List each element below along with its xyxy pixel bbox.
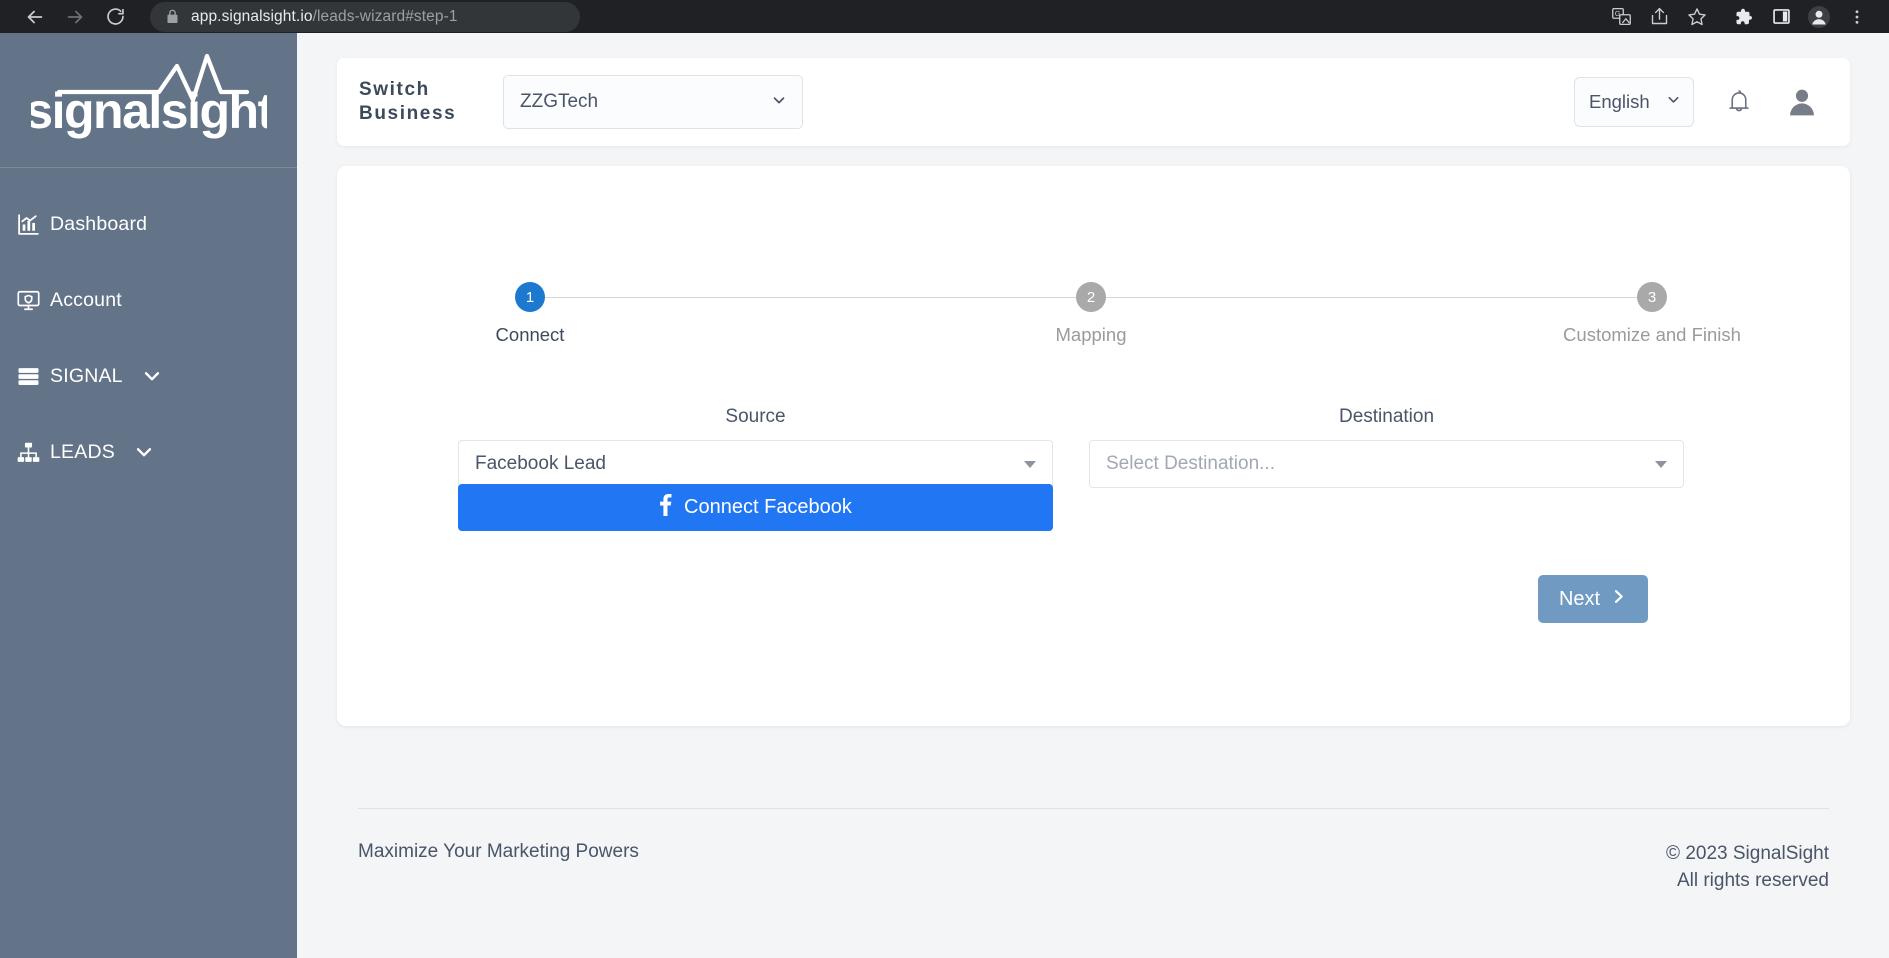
switch-business-label: Switch Business [359, 79, 457, 124]
extensions-puzzle-icon[interactable] [1725, 1, 1761, 33]
caret-down-icon [1655, 460, 1667, 468]
topbar: Switch Business ZZGTech English [337, 58, 1850, 146]
browser-nav-buttons [18, 0, 132, 34]
connect-facebook-label: Connect Facebook [684, 496, 852, 518]
app-shell: signalsight Dashboard Account SIGNAL LEA… [0, 33, 1889, 958]
footer-copyright-line: © 2023 SignalSight [1666, 843, 1829, 864]
step-label-customize: Customize and Finish [1563, 324, 1741, 345]
lock-icon [166, 9, 179, 24]
connect-facebook-button[interactable]: Connect Facebook [458, 484, 1053, 531]
caret-down-icon [1024, 460, 1036, 468]
footer-tagline: Maximize Your Marketing Powers [358, 841, 639, 862]
bookmark-star-icon[interactable] [1679, 1, 1715, 33]
source-select[interactable]: Facebook Lead [458, 440, 1053, 488]
chevron-down-icon [770, 91, 788, 114]
step-connector-1 [545, 296, 1076, 298]
sidebar-item-label: Account [50, 288, 122, 311]
side-panel-icon[interactable] [1763, 1, 1799, 33]
chart-bars-icon [16, 212, 50, 237]
sidebar: signalsight Dashboard Account SIGNAL LEA… [0, 33, 297, 958]
destination-field: Destination Select Destination... [1089, 406, 1684, 488]
url-path: /leads-wizard#step-1 [312, 7, 458, 25]
footer: Maximize Your Marketing Powers © 2023 Si… [358, 808, 1829, 895]
sidebar-item-signal[interactable]: SIGNAL [0, 354, 297, 398]
address-bar[interactable]: app.signalsight.io/leads-wizard#step-1 [150, 1, 580, 32]
destination-select[interactable]: Select Destination... [1089, 440, 1684, 488]
server-stack-icon [16, 364, 50, 389]
url-text: app.signalsight.io/leads-wizard#step-1 [191, 8, 458, 26]
next-button-label: Next [1558, 587, 1601, 610]
step-label-connect: Connect [495, 324, 565, 345]
profile-avatar-icon[interactable] [1801, 1, 1837, 33]
footer-rights-line: All rights reserved [1676, 869, 1829, 891]
destination-select-placeholder: Select Destination... [1106, 453, 1275, 474]
wizard-card: 1 2 3 Connect Mapping Customize and Fini… [337, 166, 1850, 726]
back-arrow-icon[interactable] [18, 0, 52, 34]
sidebar-item-dashboard[interactable]: Dashboard [0, 202, 297, 246]
user-avatar-icon[interactable] [1782, 85, 1822, 119]
browser-toolbar: app.signalsight.io/leads-wizard#step-1 G [0, 0, 1889, 33]
step-circle-3[interactable]: 3 [1637, 282, 1667, 312]
sidebar-item-leads[interactable]: LEADS [0, 430, 297, 474]
notification-bell-icon[interactable] [1722, 88, 1756, 116]
chevron-down-icon[interactable] [141, 365, 163, 387]
translate-icon[interactable]: G [1603, 1, 1639, 33]
wizard-stepper: 1 2 3 [515, 280, 1667, 314]
facebook-f-icon [659, 493, 672, 522]
step-circle-1[interactable]: 1 [515, 282, 545, 312]
language-select-value: English [1589, 91, 1650, 112]
share-icon[interactable] [1641, 1, 1677, 33]
brand-logo[interactable]: signalsight [0, 33, 297, 167]
sidebar-item-label: LEADS [50, 440, 115, 463]
svg-text:G: G [1614, 9, 1620, 18]
step-label-mapping: Mapping [1055, 324, 1127, 345]
wizard-step-labels: Connect Mapping Customize and Finish [496, 324, 1741, 348]
source-label: Source [725, 406, 786, 427]
business-select-value: ZZGTech [520, 91, 599, 112]
reload-icon[interactable] [98, 0, 132, 34]
chevron-down-icon[interactable] [133, 441, 155, 463]
step-circle-2[interactable]: 2 [1076, 282, 1106, 312]
forward-arrow-icon[interactable] [58, 0, 92, 34]
sitemap-icon [16, 440, 50, 465]
monitor-shield-icon [16, 288, 50, 313]
step-connector-2 [1106, 296, 1637, 298]
sidebar-item-label: Dashboard [50, 212, 148, 235]
svg-text:signalsight: signalsight [31, 83, 267, 139]
source-field: Source Facebook Lead [458, 406, 1053, 488]
business-select[interactable]: ZZGTech [503, 75, 803, 129]
browser-toolbar-actions: G [1603, 1, 1879, 33]
footer-copyright: © 2023 SignalSight All rights reserved [1666, 841, 1829, 895]
next-button[interactable]: Next [1538, 575, 1648, 623]
sidebar-item-label: SIGNAL [50, 364, 123, 387]
chevron-down-icon [1665, 91, 1682, 113]
browser-menu-icon[interactable] [1839, 1, 1875, 33]
sidebar-item-account[interactable]: Account [0, 278, 297, 322]
sidebar-nav: Dashboard Account SIGNAL LEADS [0, 168, 297, 474]
chevron-right-icon [1610, 588, 1627, 611]
main-content: Switch Business ZZGTech English 1 2 3 Co… [297, 33, 1889, 958]
destination-label: Destination [1338, 406, 1435, 427]
topbar-actions: English [1574, 77, 1822, 127]
language-select[interactable]: English [1574, 77, 1694, 127]
source-select-value: Facebook Lead [475, 453, 606, 474]
url-domain: app.signalsight.io [191, 7, 313, 25]
